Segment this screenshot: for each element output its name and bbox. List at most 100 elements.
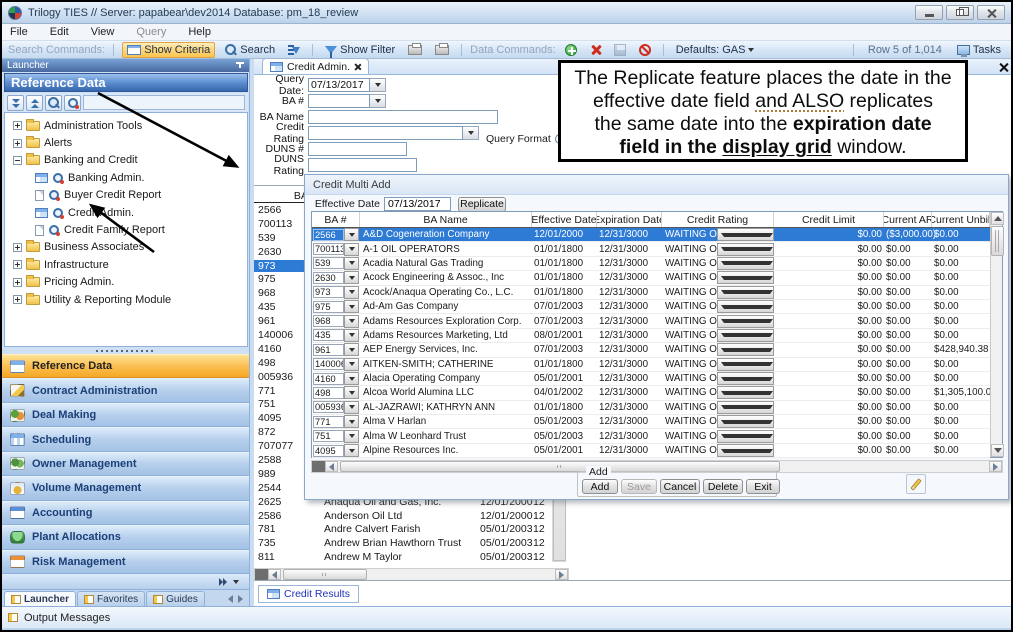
scroll-right-icon[interactable] <box>555 569 568 580</box>
tree-item-pricing-admin[interactable]: Pricing Admin. <box>5 274 247 291</box>
rating-dropdown[interactable] <box>717 257 774 270</box>
ba-number-input[interactable] <box>308 94 370 108</box>
ba-number-cell[interactable]: 2630 <box>313 272 344 284</box>
ba-dropdown[interactable] <box>344 300 359 313</box>
rating-dropdown[interactable] <box>717 315 774 328</box>
table-row[interactable]: 968 Adams Resources Exploration Corp. 07… <box>312 314 990 328</box>
minimize-button[interactable] <box>915 5 943 20</box>
ba-number-cell[interactable]: 498 <box>313 387 344 399</box>
grid-row[interactable]: 781 Andre Calvert Farish 05/01/2003 12 <box>254 522 569 536</box>
scroll-left-icon[interactable] <box>268 569 281 580</box>
ba-number-cell[interactable]: 140006 <box>313 358 344 370</box>
show-filter-button[interactable]: Show Filter <box>321 42 399 58</box>
ba-dropdown[interactable] <box>344 343 359 356</box>
menu-help[interactable]: Help <box>188 26 211 38</box>
table-row[interactable]: 2566 A&D Cogeneration Company 12/01/2000… <box>312 228 990 242</box>
close-button[interactable] <box>977 5 1005 20</box>
ba-number-cell[interactable]: 005936 <box>313 401 344 413</box>
grid-row[interactable]: 811 Andrew M Taylor 05/01/2003 12 <box>254 550 569 564</box>
show-criteria-button[interactable]: Show Criteria <box>122 42 215 58</box>
menu-query[interactable]: Query <box>136 26 166 38</box>
query-date-dropdown[interactable] <box>370 78 386 92</box>
tree-item-utility-reporting[interactable]: Utility & Reporting Module <box>5 291 247 308</box>
add-record-button[interactable] <box>561 42 581 58</box>
tab-launcher[interactable]: Launcher <box>4 591 76 606</box>
ba-number-cell[interactable]: 2566 <box>313 229 344 241</box>
tree-item-infrastructure[interactable]: Infrastructure <box>5 256 247 273</box>
scroll-right-icon[interactable] <box>989 461 1002 472</box>
rating-dropdown[interactable] <box>717 401 774 414</box>
cancel-button[interactable]: Cancel <box>660 479 700 494</box>
ba-dropdown[interactable] <box>344 358 359 371</box>
ba-dropdown[interactable] <box>344 315 359 328</box>
rating-dropdown[interactable] <box>717 372 774 385</box>
nav-volume-management[interactable]: Volume Management <box>2 476 249 500</box>
menu-edit[interactable]: Edit <box>50 26 69 38</box>
expand-icon[interactable] <box>13 139 22 148</box>
tasks-button[interactable]: Tasks <box>953 42 1005 58</box>
table-row[interactable]: 4160 Alacia Operating Company 05/01/2001… <box>312 372 990 386</box>
nav-contract-administration[interactable]: Contract Administration <box>2 378 249 402</box>
tab-scroll-right-icon[interactable] <box>238 595 243 603</box>
print-button[interactable] <box>404 42 426 58</box>
scroll-down-icon[interactable] <box>991 444 1004 457</box>
scroll-up-icon[interactable] <box>991 212 1004 225</box>
tree-search-query-button[interactable] <box>64 95 81 111</box>
table-row[interactable]: 2630 Acock Engineering & Assoc., Inc 01/… <box>312 271 990 285</box>
delete-record-button[interactable] <box>586 42 605 58</box>
ba-dropdown[interactable] <box>344 329 359 342</box>
ba-number-cell[interactable]: 751 <box>313 430 344 442</box>
table-row[interactable]: 005936 AL-JAZRAWI; KATHRYN ANN 01/01/180… <box>312 401 990 415</box>
table-row[interactable]: 498 Alcoa World Alumina LLC 04/01/2002 1… <box>312 386 990 400</box>
nav-overflow-row[interactable] <box>2 574 249 590</box>
cancel-record-button[interactable] <box>635 42 655 58</box>
scrollbar-thumb[interactable] <box>991 226 1004 256</box>
save-button[interactable]: Save <box>621 479 657 494</box>
print-preview-button[interactable] <box>431 42 453 58</box>
nav-scheduling[interactable]: Scheduling <box>2 427 249 451</box>
dialog-title-bar[interactable]: Credit Multi Add <box>305 175 1008 195</box>
ba-dropdown[interactable] <box>344 271 359 284</box>
table-row[interactable]: 975 Ad-Am Gas Company 07/01/2003 12/31/3… <box>312 300 990 314</box>
ba-dropdown[interactable] <box>344 415 359 428</box>
rating-dropdown[interactable] <box>717 358 774 371</box>
query-date-input[interactable] <box>308 78 370 92</box>
ba-number-cell[interactable]: 975 <box>313 301 344 313</box>
search-button[interactable]: Search <box>220 42 279 58</box>
tab-scroll-left-icon[interactable] <box>228 595 233 603</box>
replicate-button[interactable]: Replicate <box>458 197 506 212</box>
ba-number-cell[interactable]: 973 <box>313 286 344 298</box>
rating-dropdown[interactable] <box>717 430 774 443</box>
expand-icon[interactable] <box>13 243 22 252</box>
tree-item-credit-family-report[interactable]: Credit Family Report <box>5 221 247 238</box>
sort-button[interactable] <box>284 42 304 58</box>
ba-dropdown[interactable] <box>344 430 359 443</box>
nav-plant-allocations[interactable]: Plant Allocations <box>2 525 249 549</box>
tab-favorites[interactable]: Favorites <box>77 591 145 606</box>
ba-number-dropdown[interactable] <box>370 94 386 108</box>
table-row[interactable]: 961 AEP Energy Services, Inc. 07/01/2003… <box>312 343 990 357</box>
tree-item-administration-tools[interactable]: Administration Tools <box>5 117 247 134</box>
ba-number-cell[interactable]: 435 <box>313 329 344 341</box>
tab-guides[interactable]: Guides <box>146 591 205 606</box>
rating-dropdown[interactable] <box>717 286 774 299</box>
ba-dropdown[interactable] <box>344 372 359 385</box>
collapse-icon[interactable] <box>13 156 22 165</box>
ba-number-cell[interactable]: 4160 <box>313 373 344 385</box>
ba-dropdown[interactable] <box>344 257 359 270</box>
rating-dropdown[interactable] <box>717 243 774 256</box>
table-vertical-scrollbar[interactable] <box>990 212 1002 457</box>
credit-rating-input[interactable] <box>308 126 463 140</box>
collapse-all-button[interactable] <box>26 95 43 111</box>
scrollbar-track[interactable] <box>367 569 555 580</box>
table-row[interactable]: 751 Alma W Leonhard Trust 05/01/2003 12/… <box>312 429 990 443</box>
expand-icon[interactable] <box>13 260 22 269</box>
nav-accounting[interactable]: Accounting <box>2 501 249 525</box>
table-row[interactable]: 435 Adams Resources Marketing, Ltd 08/01… <box>312 329 990 343</box>
nav-reference-data[interactable]: Reference Data <box>2 354 249 378</box>
scrollbar-track[interactable] <box>780 461 989 472</box>
tree-search-button[interactable] <box>45 95 62 111</box>
tree-item-credit-admin[interactable]: Credit Admin. <box>5 204 247 221</box>
nav-deal-making[interactable]: Deal Making <box>2 403 249 427</box>
ba-number-cell[interactable]: 771 <box>313 416 344 428</box>
